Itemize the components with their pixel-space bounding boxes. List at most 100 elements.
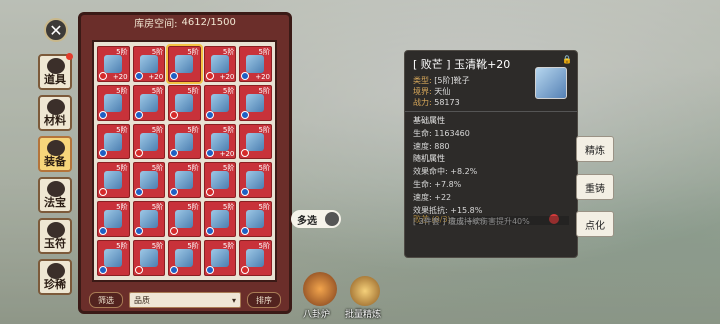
element-badge-icon [205,149,214,158]
element-badge-icon [205,71,214,80]
element-badge-icon [170,110,179,119]
tab-items[interactable]: 道具 [38,53,73,90]
boot-icon [210,132,229,151]
multi-select-toggle[interactable]: 多选 [291,210,341,228]
boot-icon [210,171,229,190]
inventory-slot[interactable]: 5阶 [168,201,201,238]
inventory-slot[interactable]: 5阶 [132,201,166,238]
boot-icon [175,210,194,229]
lock-icon[interactable]: 🔒 [562,55,572,64]
slot-enhance-level: +20 [255,72,270,81]
element-badge-icon [241,71,250,80]
inventory-slot[interactable]: 5阶 [168,240,201,276]
inventory-slot[interactable]: 5阶 [132,84,166,121]
filter-button[interactable]: 筛选 [89,292,123,308]
inventory-slot[interactable]: 5阶 [132,162,166,199]
inventory-slot[interactable]: 5阶 [239,162,272,199]
stat-line: 速度: +22 [413,193,452,202]
inventory-slot[interactable]: 5阶 [168,162,201,199]
item-type-key: 类型: [413,76,432,85]
boot-icon [104,210,122,229]
item-type-value: [5阶]靴子 [434,76,470,85]
tab-jade-talisman[interactable]: 玉符 [38,218,72,254]
element-badge-icon [134,149,143,158]
inventory-slot[interactable]: 5阶 [239,84,272,121]
random-stats-title: 随机属性 [413,154,445,163]
rare-icon [47,263,65,279]
inventory-slot[interactable]: 5阶 [203,162,237,199]
element-badge-icon [134,227,143,236]
boot-icon [246,249,265,268]
inventory-slot[interactable]: 5阶 [97,162,130,199]
stat-line: 效果命中: +8.2% [413,167,478,176]
slot-tier: 5阶 [116,203,128,212]
boot-icon [175,132,194,151]
element-badge-icon [170,227,179,236]
element-badge-icon [241,227,250,236]
inventory-slot[interactable]: 5阶 [97,123,130,160]
inventory-slot[interactable]: 5阶 [239,201,272,238]
close-icon[interactable]: ✕ [44,18,68,42]
boot-icon [104,93,122,112]
inventory-slot[interactable]: 5阶 +20 [203,46,237,82]
boot-icon [139,210,158,229]
inventory-slot[interactable]: 5阶 [203,240,237,276]
boot-icon [104,171,122,190]
boot-icon [535,67,567,99]
inventory-slot[interactable]: 5阶 [168,84,201,121]
inventory-slot[interactable]: 5阶 [168,123,201,160]
element-badge-icon [134,71,143,80]
element-badge-icon [205,110,214,119]
reforge-button[interactable]: 重铸 [576,174,614,200]
element-badge-icon [170,188,179,197]
stat-line: 生命: 1163460 [413,129,470,138]
inventory-slot[interactable]: 5阶 +20 [239,46,272,82]
boot-icon [139,249,158,268]
inventory-slot[interactable]: 5阶 +20 [203,123,237,160]
inventory-slot[interactable]: 5阶 [132,240,166,276]
tab-treasure[interactable]: 法宝 [38,177,72,213]
inventory-slot[interactable]: 5阶 [97,201,130,238]
inventory-slot[interactable]: 5阶 [97,240,130,276]
inventory-slot[interactable]: 5阶 [203,84,237,121]
element-badge-icon [170,265,179,274]
bagua-furnace-icon[interactable] [303,272,337,306]
refine-button[interactable]: 精炼 [576,136,614,162]
enlighten-button[interactable]: 点化 [576,211,614,237]
inventory-slot[interactable]: 5阶 [203,201,237,238]
slot-tier: 5阶 [151,86,164,95]
boot-icon [175,171,194,190]
inventory-slot[interactable]: 5阶 [132,123,166,160]
inventory-slot[interactable]: 5阶 [166,44,203,84]
element-badge-icon [241,188,250,197]
batch-refine-icon[interactable] [350,276,380,306]
boot-icon [175,93,194,112]
boot-icon [104,55,122,73]
element-badge-icon [241,265,250,274]
boot-icon [246,55,265,73]
sort-button[interactable]: 排序 [247,292,281,308]
inventory-slot[interactable]: 5阶 +20 [132,46,166,82]
equipment-icon [47,140,65,156]
storage-value: 4612/1500 [181,16,236,28]
slot-tier: 5阶 [187,125,199,134]
item-power-key: 战力: [413,98,432,107]
element-badge-icon [170,71,179,80]
quality-select[interactable]: 品质 ▾ [129,292,241,308]
inventory-slot[interactable]: 5阶 [239,123,272,160]
slot-tier: 5阶 [222,203,235,212]
tab-materials[interactable]: 材料 [38,95,72,131]
slot-tier: 5阶 [151,48,164,56]
inventory-slot[interactable]: 5阶 [239,240,272,276]
notification-dot-icon [66,53,73,60]
slot-tier: 5阶 [116,164,128,173]
boot-icon [246,210,265,229]
tab-equipment[interactable]: 装备 [38,136,72,172]
boot-icon [139,93,158,112]
tab-rare[interactable]: 珍稀 [38,259,72,295]
bagua-furnace-label: 八卦炉 [303,310,331,320]
inventory-slot[interactable]: 5阶 +20 [97,46,130,82]
element-badge-icon [134,265,143,274]
inventory-slot[interactable]: 5阶 [97,84,130,121]
set-bonus: 败芒 (0/3) [ 2件套 ] 攻击 +6% [ 3件套 ] 造成持续伤害提升… [413,214,569,226]
